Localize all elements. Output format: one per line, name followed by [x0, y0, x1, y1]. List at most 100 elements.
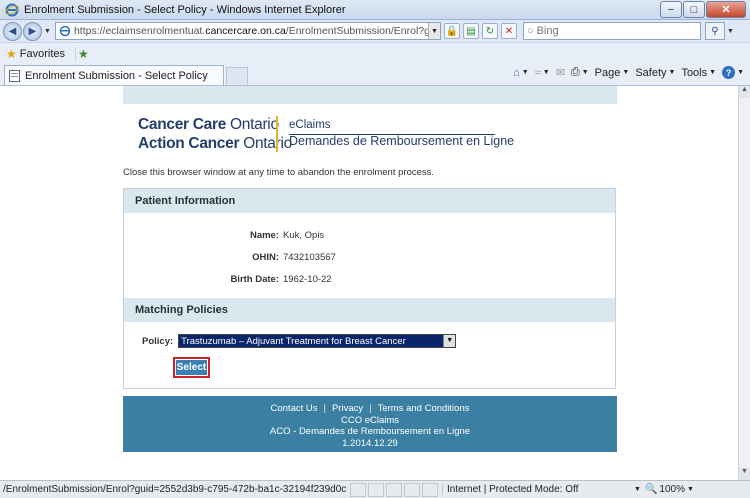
- footer-version: 1.2014.12.29: [342, 437, 398, 449]
- status-bar: /EnrolmentSubmission/Enrol?guid=2552d3b9…: [0, 480, 750, 498]
- address-bar[interactable]: https://eclaimsenrolmentuat.cancercare.o…: [54, 22, 441, 40]
- ohin-value: 7432103567: [283, 252, 336, 263]
- close-button[interactable]: ✕: [706, 1, 746, 18]
- mail-icon: ✉: [555, 67, 565, 79]
- cco-logo: Cancer Care Ontario Action Cancer Ontari…: [138, 116, 292, 153]
- tab-label: Enrolment Submission - Select Policy: [25, 69, 208, 82]
- mail-button[interactable]: ✉: [556, 66, 565, 79]
- help-icon: ?: [722, 66, 736, 79]
- status-slot: [422, 482, 438, 497]
- new-tab-button[interactable]: [226, 67, 248, 85]
- contact-us-link[interactable]: Contact Us: [271, 403, 318, 415]
- zoom-icon: 🔍: [644, 484, 658, 495]
- logo-line-french: Action Cancer Ontario: [138, 135, 292, 153]
- scroll-down-icon[interactable]: ▼: [739, 468, 750, 480]
- select-button[interactable]: Select: [176, 360, 207, 375]
- refresh-icon[interactable]: ↻: [481, 23, 498, 39]
- policy-selected-value: Trastuzumab – Adjuvant Treatment for Bre…: [181, 335, 406, 347]
- zoom-level: 100%: [659, 484, 685, 495]
- terms-link[interactable]: Terms and Conditions: [378, 403, 470, 415]
- status-slot: [404, 482, 420, 497]
- print-button[interactable]: ⎙ ▼: [571, 66, 589, 79]
- eclaims-subtitle: Demandes de Remboursement en Ligne: [289, 134, 515, 148]
- zone-options-icon[interactable]: ▼: [634, 486, 641, 493]
- url-domain: cancercare.on.ca: [205, 25, 286, 37]
- search-options-icon[interactable]: ▼: [727, 28, 734, 35]
- logo-french-bold: Action Cancer: [138, 135, 240, 152]
- policy-label: Policy:: [142, 335, 174, 347]
- scroll-up-icon[interactable]: ▲: [739, 86, 750, 98]
- footer-separator: |: [323, 403, 326, 414]
- birthdate-row: Birth Date: 1962-10-22: [124, 274, 615, 285]
- zoom-control[interactable]: 🔍 100% ▼: [645, 484, 694, 495]
- header-band: [123, 86, 617, 104]
- lock-icon[interactable]: 🔒: [443, 23, 460, 39]
- minimize-button[interactable]: −: [660, 1, 682, 18]
- printer-icon: ⎙: [570, 66, 580, 78]
- enrolment-panel: Patient Information Name: Kuk, Opis OHIN…: [123, 188, 616, 389]
- home-icon: ⌂: [513, 66, 520, 79]
- name-value: Kuk, Opis: [283, 230, 325, 241]
- address-toolbar: ◀ ▶ ▼ https://eclaimsenrolmentuat.cancer…: [0, 20, 750, 42]
- feeds-button[interactable]: ≈ ▼: [535, 67, 550, 79]
- privacy-link[interactable]: Privacy: [332, 403, 363, 415]
- page-footer: Contact Us | Privacy | Terms and Conditi…: [123, 396, 617, 452]
- safety-menu-label: Safety: [635, 66, 667, 79]
- stop-icon[interactable]: ✕: [500, 23, 517, 39]
- window-title: Enrolment Submission - Select Policy - W…: [24, 3, 346, 16]
- security-zone[interactable]: Internet | Protected Mode: Off: [442, 484, 634, 495]
- compatibility-view-icon[interactable]: ▤: [462, 23, 479, 39]
- logo-english-rest: Ontario: [230, 116, 279, 133]
- zoom-dropdown-icon[interactable]: ▼: [687, 486, 694, 493]
- eclaims-title: eClaims: [289, 119, 331, 131]
- name-label: Name:: [249, 230, 279, 241]
- vertical-scrollbar[interactable]: ▲ ▼: [738, 86, 750, 480]
- birthdate-label: Birth Date:: [230, 274, 279, 285]
- search-icon[interactable]: ⚲: [704, 22, 725, 40]
- help-menu[interactable]: ? ▼: [722, 66, 744, 79]
- logo-french-rest: Ontario: [243, 135, 292, 152]
- eclaims-underline: [289, 134, 495, 135]
- status-slot: [350, 482, 366, 497]
- logo-divider: [276, 116, 278, 152]
- rss-icon: ≈: [534, 66, 541, 79]
- internet-explorer-icon: [5, 3, 19, 16]
- favorites-star-icon[interactable]: ★: [6, 47, 17, 61]
- chevron-down-icon[interactable]: ▼: [443, 335, 456, 347]
- page-menu[interactable]: Page ▼: [595, 67, 630, 79]
- url-prefix: https://eclaimsenrolmentuat.: [73, 25, 206, 37]
- patient-info: Name: Kuk, Opis OHIN: 7432103567 Birth D…: [124, 213, 615, 298]
- favorites-button[interactable]: Favorites: [20, 48, 65, 60]
- matching-policies-heading: Matching Policies: [124, 298, 615, 322]
- select-button-frame: Select: [173, 357, 210, 378]
- logo-line-english: Cancer Care Ontario: [138, 116, 292, 134]
- search-input[interactable]: [536, 25, 687, 37]
- maximize-button[interactable]: □: [683, 1, 705, 18]
- address-dropdown-icon[interactable]: ▼: [427, 23, 440, 39]
- history-dropdown-icon[interactable]: ▼: [44, 28, 51, 35]
- footer-cco-eclaims: CCO eClaims: [340, 414, 400, 426]
- policy-select[interactable]: Trastuzumab – Adjuvant Treatment for Bre…: [178, 334, 457, 348]
- url-text[interactable]: https://eclaimsenrolmentuat.cancercare.o…: [74, 25, 428, 37]
- tools-menu[interactable]: Tools ▼: [681, 67, 716, 79]
- footer-links: Contact Us | Privacy | Terms and Conditi…: [123, 403, 617, 415]
- ohin-row: OHIN: 7432103567: [124, 252, 615, 263]
- page-icon: [59, 25, 71, 37]
- search-box[interactable]: ○: [522, 22, 701, 40]
- tab-enrolment-submission[interactable]: Enrolment Submission - Select Policy: [4, 65, 224, 85]
- favorites-bar: ★ Favorites ★: [0, 42, 750, 64]
- logo-english-bold: Cancer Care: [138, 116, 227, 133]
- status-url: /EnrolmentSubmission/Enrol?guid=2552d3b9…: [3, 484, 347, 495]
- status-slot: [386, 482, 402, 497]
- add-favorite-icon[interactable]: ★: [75, 46, 89, 61]
- home-button[interactable]: ⌂ ▼: [513, 67, 529, 79]
- safety-menu[interactable]: Safety ▼: [635, 67, 675, 79]
- tab-bar: Enrolment Submission - Select Policy ⌂ ▼ …: [0, 64, 750, 86]
- birthdate-value: 1962-10-22: [283, 274, 332, 285]
- back-button[interactable]: ◀: [3, 21, 22, 41]
- forward-button[interactable]: ▶: [23, 21, 42, 41]
- patient-info-heading: Patient Information: [124, 189, 615, 213]
- footer-aco-text: ACO - Demandes de Remboursement en Ligne: [269, 426, 471, 437]
- name-row: Name: Kuk, Opis: [124, 230, 615, 241]
- abandon-notice: Close this browser window at any time to…: [123, 167, 435, 178]
